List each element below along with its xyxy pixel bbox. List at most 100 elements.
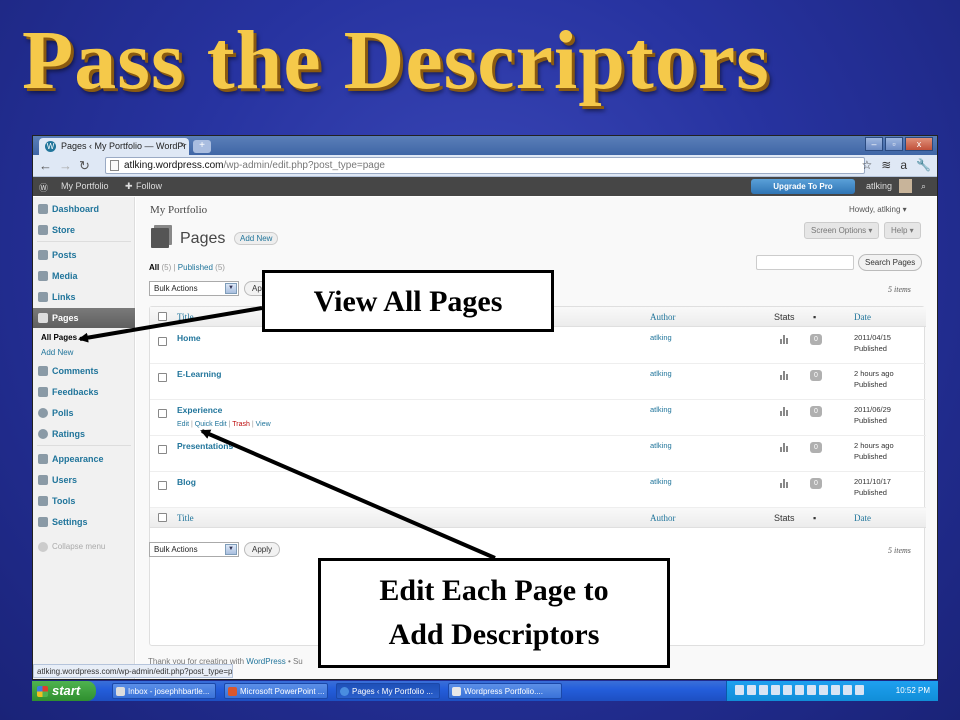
adminbar-user[interactable]: atlking xyxy=(866,181,892,191)
sidebar-item-ratings[interactable]: Ratings xyxy=(33,424,135,444)
sidebar-item-appearance[interactable]: Appearance xyxy=(33,449,135,469)
sidebar-item-media[interactable]: Media xyxy=(33,266,135,286)
comment-count[interactable]: 0 xyxy=(810,334,822,345)
edit-link[interactable]: Edit xyxy=(177,421,189,428)
wordpress-link[interactable]: WordPress xyxy=(246,657,285,666)
forward-icon[interactable]: → xyxy=(59,158,72,173)
stats-icon[interactable] xyxy=(780,371,790,380)
select-all-checkbox[interactable] xyxy=(158,312,167,321)
column-title-bottom[interactable]: Title xyxy=(177,513,194,523)
site-title[interactable]: My Portfolio xyxy=(150,204,207,216)
add-new-button[interactable]: Add New xyxy=(234,232,279,245)
usb-icon[interactable] xyxy=(855,685,864,695)
howdy-user[interactable]: Howdy, atlking ▾ xyxy=(849,205,907,214)
apply-button-bottom[interactable]: Apply xyxy=(244,542,281,557)
column-date-bottom[interactable]: Date xyxy=(854,513,871,523)
stats-icon[interactable] xyxy=(780,407,790,416)
layers-icon[interactable]: ≋ xyxy=(881,158,891,172)
collapse-menu[interactable]: Collapse menu xyxy=(33,537,135,557)
wordpress-logo-icon[interactable]: Ⓦ xyxy=(39,181,48,194)
sidebar-item-polls[interactable]: Polls xyxy=(33,403,135,423)
taskbar-item-wordpress-doc[interactable]: Wordpress Portfolio.... xyxy=(448,683,562,699)
trash-link[interactable]: Trash xyxy=(232,421,250,428)
screen-options-button[interactable]: Screen Options ▾ xyxy=(804,222,880,239)
row-title[interactable]: Experience xyxy=(177,405,222,415)
row-checkbox[interactable] xyxy=(158,481,167,490)
filter-published[interactable]: Published xyxy=(178,263,213,272)
row-checkbox[interactable] xyxy=(158,373,167,382)
browser-tab[interactable]: W Pages ‹ My Portfolio — WordPr × xyxy=(39,138,189,155)
power-icon[interactable] xyxy=(843,685,852,695)
sidebar-item-dashboard[interactable]: Dashboard xyxy=(33,199,135,219)
sidebar-item-tools[interactable]: Tools xyxy=(33,491,135,511)
row-author[interactable]: atlking xyxy=(650,441,672,450)
sidebar-sub-add-new[interactable]: Add New xyxy=(41,348,73,357)
comment-count[interactable]: 0 xyxy=(810,370,822,381)
select-all-checkbox-bottom[interactable] xyxy=(158,513,167,522)
taskbar-item-inbox[interactable]: Inbox - josephhbartle... xyxy=(112,683,216,699)
search-input[interactable] xyxy=(756,255,854,270)
row-author[interactable]: atlking xyxy=(650,477,672,486)
comment-count[interactable]: 0 xyxy=(810,442,822,453)
search-pages-button[interactable]: Search Pages xyxy=(858,254,923,271)
row-title[interactable]: Home xyxy=(177,333,201,343)
close-tab-icon[interactable]: × xyxy=(180,140,185,150)
update-icon[interactable] xyxy=(783,685,792,695)
row-title[interactable]: Blog xyxy=(177,477,196,487)
comment-count[interactable]: 0 xyxy=(810,406,822,417)
view-link[interactable]: View xyxy=(256,421,271,428)
security-icon[interactable] xyxy=(771,685,780,695)
stats-icon[interactable] xyxy=(780,443,790,452)
antivirus-icon[interactable] xyxy=(819,685,828,695)
sidebar-sub-all-pages[interactable]: All Pages xyxy=(41,333,77,342)
messenger-icon[interactable] xyxy=(807,685,816,695)
search-icon[interactable]: ⌕ xyxy=(921,181,926,192)
taskbar-item-browser[interactable]: Pages ‹ My Portfolio ... xyxy=(336,683,440,699)
sidebar-item-store[interactable]: Store xyxy=(33,220,135,240)
adminbar-site[interactable]: My Portfolio xyxy=(61,181,109,191)
amazon-icon[interactable]: a xyxy=(900,158,907,172)
row-author[interactable]: atlking xyxy=(650,405,672,414)
column-author[interactable]: Author xyxy=(650,312,676,322)
filter-all[interactable]: All xyxy=(149,263,159,272)
sidebar-item-links[interactable]: Links xyxy=(33,287,135,307)
close-window-button[interactable]: x xyxy=(905,137,933,151)
row-author[interactable]: atlking xyxy=(650,333,672,342)
row-checkbox[interactable] xyxy=(158,409,167,418)
row-checkbox[interactable] xyxy=(158,337,167,346)
help-button[interactable]: Help ▾ xyxy=(884,222,921,239)
star-icon[interactable]: ☆ xyxy=(862,158,873,172)
sync-icon[interactable] xyxy=(795,685,804,695)
quick-edit-link[interactable]: Quick Edit xyxy=(195,421,227,428)
bulk-actions-select-top[interactable]: Bulk Actions ▼ xyxy=(149,281,239,296)
start-button[interactable]: start xyxy=(32,681,96,701)
help-icon[interactable] xyxy=(735,685,744,695)
sidebar-item-settings[interactable]: Settings xyxy=(33,512,135,532)
row-author[interactable]: atlking xyxy=(650,369,672,378)
maximize-button[interactable]: ▫ xyxy=(885,137,903,151)
avatar[interactable] xyxy=(899,179,912,193)
row-title[interactable]: E-Learning xyxy=(177,369,221,379)
volume-icon[interactable] xyxy=(759,685,768,695)
stats-icon[interactable] xyxy=(780,335,790,344)
display-icon[interactable] xyxy=(831,685,840,695)
column-title[interactable]: Title xyxy=(177,312,194,322)
upgrade-button[interactable]: Upgrade To Pro xyxy=(751,179,855,194)
column-date[interactable]: Date xyxy=(854,312,871,322)
minimize-button[interactable]: – xyxy=(865,137,883,151)
bulk-actions-select-bottom[interactable]: Bulk Actions ▼ xyxy=(149,542,239,557)
network-icon[interactable] xyxy=(747,685,756,695)
adminbar-follow[interactable]: Follow xyxy=(136,181,162,191)
comment-count[interactable]: 0 xyxy=(810,478,822,489)
address-bar[interactable]: atlking.wordpress.com/wp-admin/edit.php?… xyxy=(105,157,865,174)
wrench-icon[interactable]: 🔧 xyxy=(916,158,931,172)
row-title[interactable]: Presentations xyxy=(177,441,233,451)
stats-icon[interactable] xyxy=(780,479,790,488)
sidebar-item-pages[interactable]: Pages xyxy=(33,308,135,328)
sidebar-item-feedbacks[interactable]: Feedbacks xyxy=(33,382,135,402)
row-checkbox[interactable] xyxy=(158,445,167,454)
column-author-bottom[interactable]: Author xyxy=(650,513,676,523)
new-tab-button[interactable]: + xyxy=(193,140,211,153)
taskbar-item-powerpoint[interactable]: Microsoft PowerPoint ... xyxy=(224,683,328,699)
reload-icon[interactable]: ↻ xyxy=(79,158,90,174)
